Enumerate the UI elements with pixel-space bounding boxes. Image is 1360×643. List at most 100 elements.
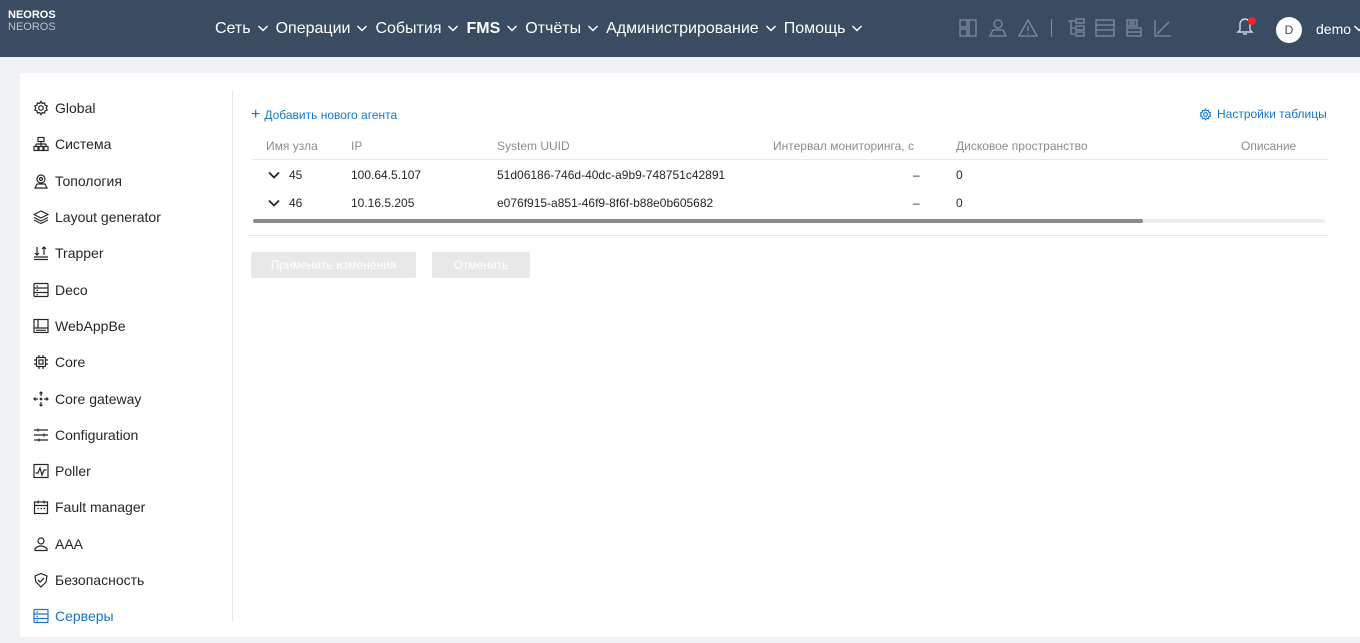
table-settings-button[interactable]: Настройки таблицы (1199, 107, 1327, 121)
shield-icon (34, 572, 48, 588)
chevron-down-icon (357, 24, 368, 32)
nav-reports[interactable]: Отчёты (525, 20, 599, 38)
nav-network[interactable]: Сеть (215, 20, 269, 38)
chevron-down-icon (507, 24, 518, 32)
sidebar-item-aaa[interactable]: AAA (33, 526, 233, 562)
sidebar-item-label: Global (55, 100, 96, 117)
sidebar-item-core[interactable]: Core (33, 344, 233, 380)
calendar-icon (33, 500, 49, 515)
cancel-button[interactable]: Отменить (432, 252, 530, 278)
alert-triangle-icon[interactable] (1018, 18, 1038, 38)
settings-icon (1199, 107, 1212, 121)
sidebar-item-label: Deco (55, 281, 88, 298)
column-header-disk-space[interactable]: Дисковое пространство (956, 139, 1088, 153)
expand-row-chevron-icon[interactable] (267, 170, 281, 180)
chip-icon (34, 355, 48, 370)
chart-icon[interactable] (1153, 18, 1173, 38)
sliders-icon (34, 428, 48, 442)
sidebar-item-topology[interactable]: Топология (33, 163, 233, 199)
notification-badge (1248, 17, 1256, 25)
sidebar-item-label: Серверы (55, 608, 114, 625)
settings-icon (33, 100, 49, 116)
dashboard-icon[interactable] (958, 18, 978, 38)
sidebar-item-label: Poller (55, 463, 91, 480)
horizontal-scrollbar[interactable] (253, 219, 1325, 223)
sidebar-item-label: Безопасность (55, 572, 145, 588)
cell-node-name: 46 (289, 196, 303, 210)
nav-events[interactable]: События (375, 20, 459, 38)
sidebar-item-label: Топология (55, 172, 122, 189)
cell-ip: 10.16.5.205 (351, 196, 415, 210)
table-header-divider (253, 159, 1328, 160)
chevron-down-icon (1354, 25, 1360, 32)
location-icon (34, 174, 48, 189)
users-icon (34, 537, 48, 551)
chevron-down-icon (852, 24, 863, 32)
move-icon (33, 390, 49, 407)
network-icon (33, 137, 49, 152)
sidebar-item-trapper[interactable]: Trapper (33, 235, 233, 271)
apply-changes-button[interactable]: Применить изменения (251, 252, 416, 278)
column-header-system-uuid[interactable]: System UUID (497, 139, 570, 153)
user-menu[interactable]: demo (1316, 21, 1360, 37)
sidebar-item-global[interactable]: Global (33, 90, 233, 126)
table-settings-label: Настройки таблицы (1217, 107, 1327, 121)
expand-row-chevron-icon[interactable] (267, 198, 281, 208)
plus-icon: + (251, 106, 261, 123)
servers-icon (33, 609, 49, 624)
sidebar-item-fault-manager[interactable]: Fault manager (33, 489, 233, 525)
sidebar-item-poller[interactable]: Poller (33, 453, 233, 489)
tree-icon[interactable] (1066, 18, 1086, 38)
nav-operations[interactable]: Операции (276, 20, 369, 38)
avatar[interactable]: D (1276, 17, 1302, 43)
sidebar-item-configuration[interactable]: Configuration (33, 417, 233, 453)
sidebar-item-servers[interactable]: Серверы (33, 598, 233, 634)
sort-icon (34, 246, 48, 261)
sidebar-item-label: Core (55, 354, 86, 371)
sidebar-item-label: AAA (55, 535, 84, 552)
add-agent-label: Добавить нового агента (264, 108, 398, 122)
inbox-icon[interactable] (1124, 18, 1144, 38)
sidebar-item-system[interactable]: Система (33, 126, 233, 162)
sidebar-item-layout-generator[interactable]: Layout generator (33, 199, 233, 235)
list-icon[interactable] (1095, 18, 1115, 38)
server-icon (33, 282, 49, 297)
brand-sub: NEOROS (8, 21, 56, 33)
cell-monitoring-interval: – (913, 168, 920, 182)
scrollbar-thumb[interactable] (253, 219, 1143, 223)
sidebar-item-security[interactable]: Безопасность (33, 562, 233, 598)
sidebar-item-label: Configuration (55, 426, 139, 443)
nav-administration[interactable]: Администрирование (606, 20, 777, 38)
toolbar-divider (1051, 19, 1052, 37)
chevron-down-icon (257, 24, 268, 32)
sidebar-item-core-gateway[interactable]: Core gateway (33, 380, 233, 416)
map-user-icon[interactable] (987, 18, 1009, 38)
user-name: demo (1316, 21, 1352, 37)
chevron-down-icon (588, 24, 599, 32)
table-footer-divider (248, 235, 1328, 236)
column-header-ip[interactable]: IP (351, 139, 362, 153)
sidebar-item-label: Fault manager (55, 499, 146, 516)
sidebar-item-webappbe[interactable]: WebAppBe (33, 308, 233, 344)
sidebar-divider (232, 90, 233, 622)
avatar-letter: D (1284, 23, 1294, 37)
nav-help[interactable]: Помощь (784, 20, 864, 38)
column-header-monitoring-interval[interactable]: Интервал мониторинга, с (773, 139, 914, 153)
cell-disk-space: 0 (956, 196, 963, 210)
column-header-description[interactable]: Описание (1241, 139, 1296, 153)
cell-system-uuid: e076f915-a851-46f9-8f6f-b88e0b605682 (497, 196, 714, 210)
chevron-down-icon (765, 24, 776, 32)
add-agent-button[interactable]: + Добавить нового агента (251, 106, 398, 123)
cell-disk-space: 0 (956, 168, 963, 182)
sidebar-item-deco[interactable]: Deco (33, 271, 233, 307)
nav-fms[interactable]: FMS (466, 20, 518, 38)
brand-logo[interactable]: NEOROS NEOROS (8, 9, 56, 33)
column-header-node-name[interactable]: Имя узла (266, 139, 318, 153)
layers-icon (33, 210, 49, 225)
cell-monitoring-interval: – (913, 196, 920, 210)
chevron-down-icon (448, 24, 459, 32)
sidebar: Global Система Топология Layout generato… (33, 90, 233, 634)
sidebar-item-label: Система (55, 136, 112, 153)
sidebar-item-label: Trapper (55, 245, 104, 262)
sidebar-item-label: Core gateway (55, 390, 142, 407)
